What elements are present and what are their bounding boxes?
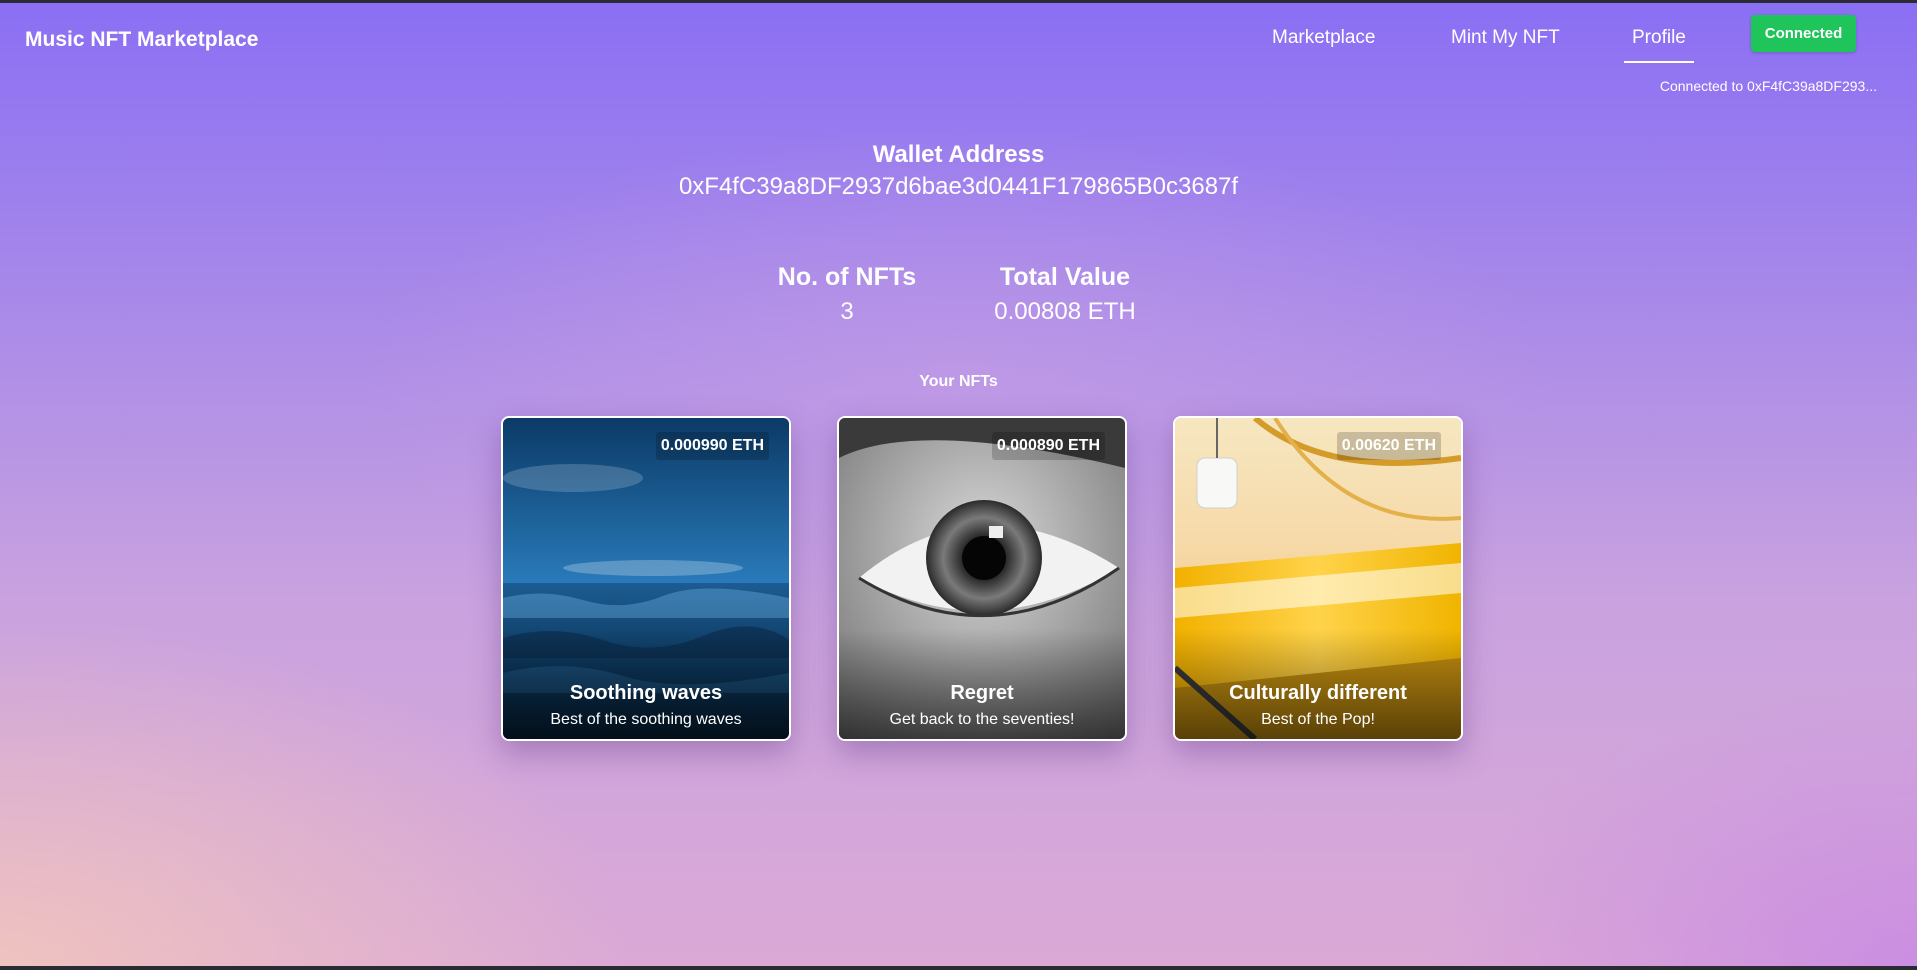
stat-nft-count-value: 3 [840,298,854,325]
wallet-address-value: 0xF4fC39a8DF2937d6bae3d0441F179865B0c368… [678,173,1239,200]
nft-title: Soothing waves [569,682,723,704]
connected-address-text: Connected to 0xF4fC39a8DF293... [1659,78,1877,94]
nft-price: 0.000990 ETH [655,432,769,460]
wallet-address-title: Wallet Address [872,141,1045,168]
brand-logo[interactable]: Music NFT Marketplace [25,28,258,52]
bottom-frame-bar [0,966,1917,970]
nft-price: 0.00620 ETH [1336,432,1441,460]
nft-card[interactable]: 0.00620 ETH Culturally different Best of… [1173,416,1463,741]
connected-button[interactable]: Connected [1751,15,1856,52]
nft-price: 0.000890 ETH [991,432,1105,460]
nft-description: Best of the Pop! [1261,711,1375,728]
nft-card[interactable]: 0.000990 ETH Soothing waves Best of the … [501,416,791,741]
nft-description: Get back to the seventies! [889,711,1075,728]
stat-total-value-label: Total Value [999,263,1131,291]
stat-nft-count: No. of NFTs 3 [771,263,923,326]
stat-total-value-value: 0.00808 ETH [994,298,1136,325]
nft-title: Regret [950,682,1014,704]
nft-description: Best of the soothing waves [550,711,742,728]
your-nfts-heading: Your NFTs [919,373,998,390]
nft-title: Culturally different [1229,682,1407,704]
nft-card[interactable]: 0.000890 ETH Regret Get back to the seve… [837,416,1127,741]
page-background: Music NFT Marketplace Marketplace Mint M… [0,3,1917,966]
nav-profile[interactable]: Profile [1624,27,1694,63]
nav-mint-my-nft[interactable]: Mint My NFT [1451,27,1560,49]
stat-nft-count-label: No. of NFTs [777,263,917,291]
nav-marketplace[interactable]: Marketplace [1272,27,1376,49]
stat-total-value: Total Value 0.00808 ETH [985,263,1145,326]
